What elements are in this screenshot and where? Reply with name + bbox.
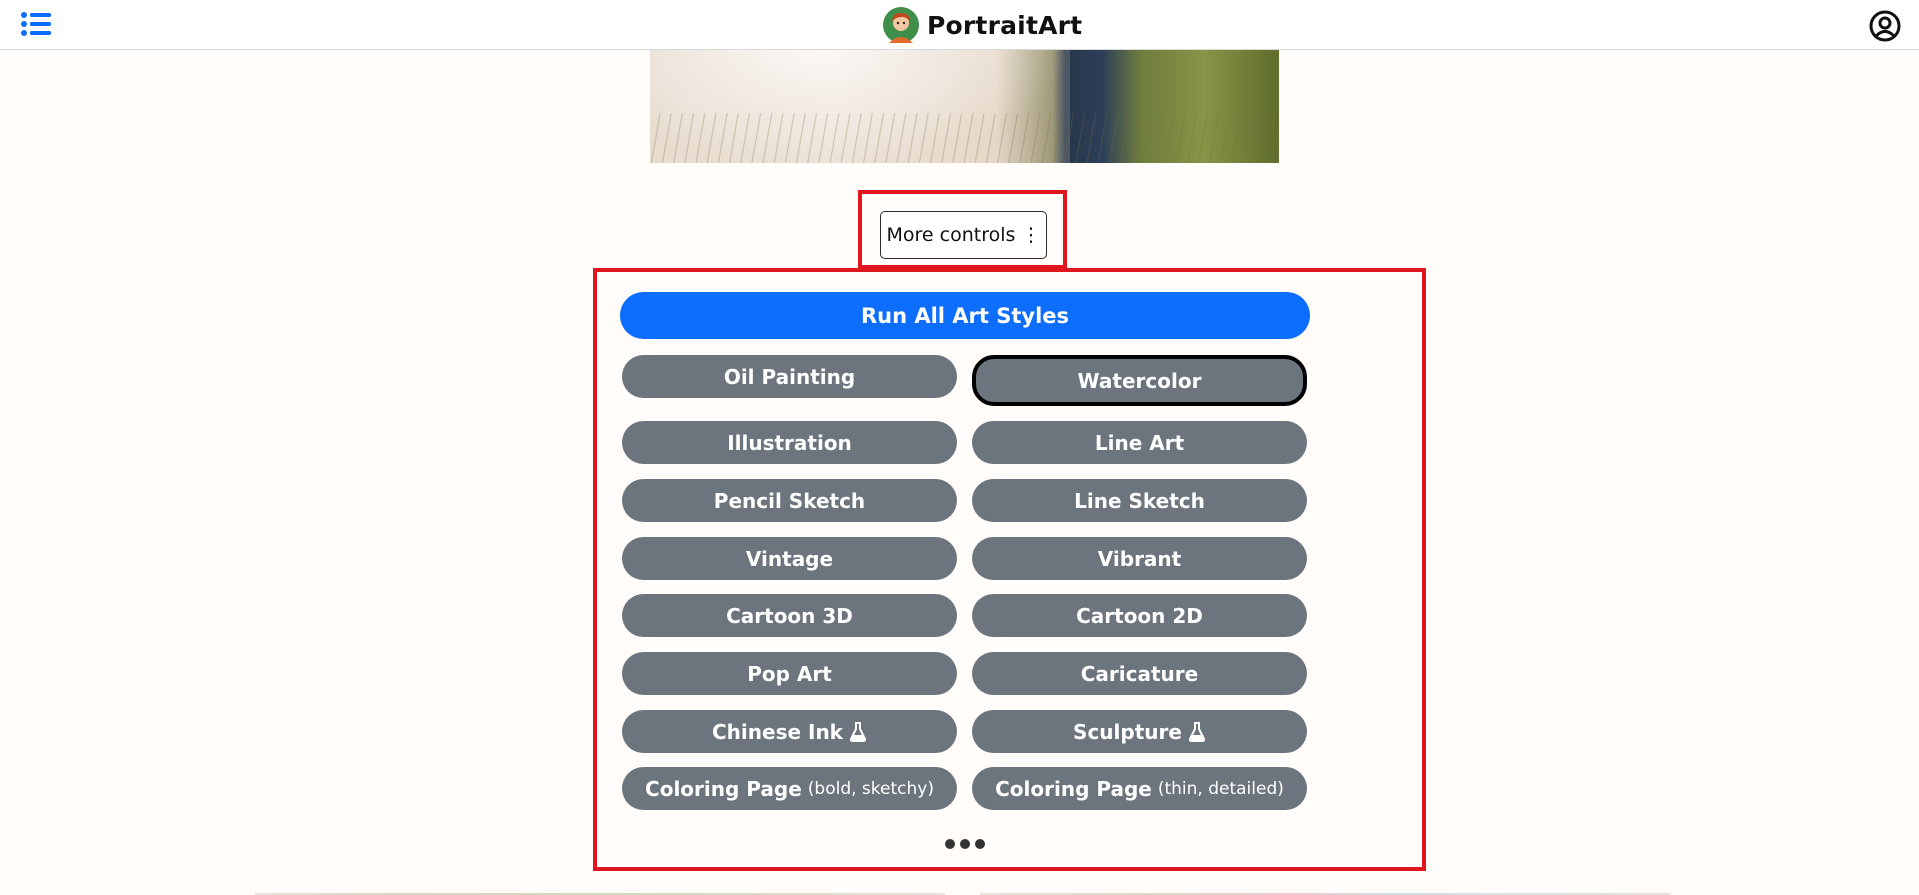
style-sublabel: (thin, detailed): [1157, 778, 1284, 799]
top-navbar: PortraitArt: [0, 0, 1919, 50]
style-label: Vintage: [745, 546, 834, 571]
app-name: PortraitArt: [927, 10, 1083, 40]
style-label: Vibrant: [1097, 546, 1182, 571]
style-button-watercolor[interactable]: Watercolor: [972, 355, 1307, 406]
style-label: Line Sketch: [1074, 488, 1205, 513]
style-label: Watercolor: [1077, 368, 1202, 393]
style-button-cartoon-3d[interactable]: Cartoon 3D: [622, 594, 957, 637]
style-button-caricature[interactable]: Caricature: [972, 652, 1307, 695]
portrait-photo: [650, 50, 1279, 163]
style-button-coloring-page-bold[interactable]: Coloring Page (bold, sketchy): [622, 767, 957, 810]
style-label: Caricature: [1080, 661, 1199, 686]
brand-link[interactable]: PortraitArt: [883, 6, 1082, 44]
style-sublabel: (bold, sketchy): [807, 778, 934, 799]
style-label: Chinese Ink: [712, 719, 843, 744]
style-button-sculpture[interactable]: Sculpture: [972, 710, 1307, 753]
user-circle-icon[interactable]: [1869, 10, 1901, 42]
style-button-line-art[interactable]: Line Art: [972, 421, 1307, 464]
flask-icon: [1188, 721, 1206, 742]
style-button-pop-art[interactable]: Pop Art: [622, 652, 957, 695]
style-button-cartoon-2d[interactable]: Cartoon 2D: [972, 594, 1307, 637]
style-label: Oil Painting: [723, 364, 856, 389]
style-label: Illustration: [727, 430, 852, 455]
style-button-oil-painting[interactable]: Oil Painting: [622, 355, 957, 398]
style-label: Sculpture: [1073, 719, 1182, 744]
style-label: Coloring Page: [995, 776, 1152, 801]
flask-icon: [849, 721, 867, 742]
style-button-vibrant[interactable]: Vibrant: [972, 537, 1307, 580]
style-label: Pop Art: [747, 661, 832, 686]
style-button-coloring-page-thin[interactable]: Coloring Page (thin, detailed): [972, 767, 1307, 810]
style-button-line-sketch[interactable]: Line Sketch: [972, 479, 1307, 522]
portrait-avatar-logo: [883, 7, 919, 43]
style-button-pencil-sketch[interactable]: Pencil Sketch: [622, 479, 957, 522]
ellipsis-icon[interactable]: [945, 836, 985, 852]
more-controls-button[interactable]: More controls ⋮: [880, 211, 1047, 259]
style-label: Cartoon 2D: [1076, 603, 1203, 628]
style-label: Pencil Sketch: [713, 488, 866, 513]
list-icon[interactable]: [20, 10, 52, 38]
style-label: Cartoon 3D: [726, 603, 853, 628]
style-button-vintage[interactable]: Vintage: [622, 537, 957, 580]
style-label: Line Art: [1094, 430, 1185, 455]
style-button-illustration[interactable]: Illustration: [622, 421, 957, 464]
run-all-styles-button[interactable]: Run All Art Styles: [620, 292, 1310, 339]
style-button-chinese-ink[interactable]: Chinese Ink: [622, 710, 957, 753]
style-label: Coloring Page: [645, 776, 802, 801]
